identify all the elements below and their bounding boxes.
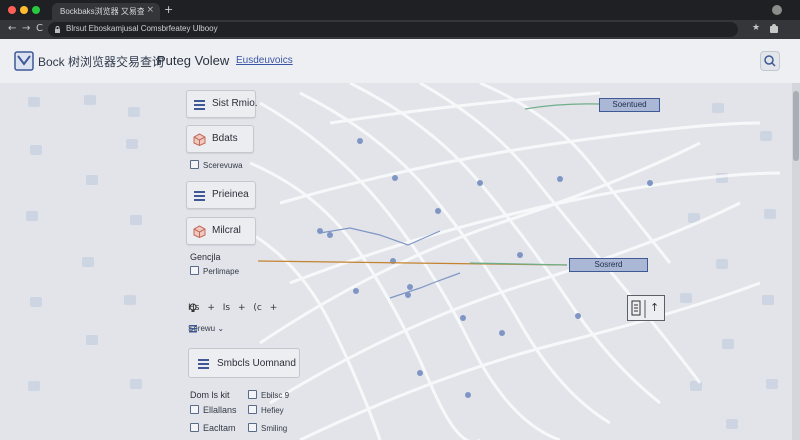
diagram-node[interactable]: Soentued [599, 98, 660, 112]
minimize-window-icon[interactable] [20, 6, 28, 14]
browser-tab[interactable]: Bockbaks浏览器 又易查询 × [52, 3, 160, 20]
checkbox-icon[interactable] [190, 405, 199, 414]
checkbox-row[interactable]: Perlimape [190, 266, 239, 280]
cube-icon [193, 133, 206, 146]
diagram-canvas[interactable]: Sist Rmio. Bdats Scerevuwa Prieinea Milc… [0, 83, 800, 440]
list-icon [194, 191, 205, 201]
checkbox-row[interactable]: Smiling [248, 423, 287, 437]
bookmark-star-icon[interactable]: ★ [752, 23, 760, 33]
palette-item-bdats[interactable]: Bdats [186, 125, 254, 153]
up-arrow-icon: ↑ [650, 301, 660, 314]
bulb-icon[interactable] [188, 303, 198, 313]
checkbox-icon[interactable] [248, 390, 257, 399]
checkbox-label: Perlimape [203, 267, 240, 276]
palette-item-milcral[interactable]: Milcral [186, 217, 256, 245]
checkbox-label: Hefiey [261, 406, 284, 415]
chevron-down-icon: ⌄ [217, 324, 225, 333]
checkbox-row[interactable]: Hefiey [248, 405, 284, 419]
app-title: Bock 树浏览器交易查询 [38, 55, 165, 69]
checkbox-label: Ellallans [203, 405, 237, 415]
address-text: Blrsut Eboskamjusal Comsbrfeatey Ulbooy [66, 24, 218, 33]
section-label: Gencjla [190, 252, 221, 262]
tool-row: Hs + Is + (c + [188, 303, 282, 319]
app-header: Bock 树浏览器交易查询 Puteg Volew Eusdeuvoics [0, 39, 800, 83]
new-tab-button[interactable]: + [164, 3, 173, 16]
list-icon [194, 100, 205, 110]
checkbox-label: Smiling [261, 424, 288, 433]
panel-arrow-icon [631, 300, 646, 318]
profile-avatar[interactable] [772, 5, 782, 15]
cube-icon [193, 225, 206, 238]
palette-item-label: Milcral [212, 225, 241, 236]
checkbox-icon[interactable] [248, 405, 257, 414]
search-icon [764, 55, 776, 67]
network-background [26, 83, 781, 440]
mini-panel[interactable]: ↑ [627, 295, 665, 321]
lock-icon [55, 26, 60, 33]
list-header-left: Dom ls kit [190, 390, 230, 400]
header-link[interactable]: Eusdeuvoics [236, 55, 293, 66]
tab-title: Bockbaks浏览器 又易查询 [60, 7, 144, 16]
tool-plus[interactable]: + [270, 303, 278, 313]
palette-item-symbols-command[interactable]: Smbcls Uomnand [188, 348, 300, 378]
checkbox-row[interactable]: Ebilsc 9 [248, 390, 289, 404]
checkbox-icon[interactable] [190, 266, 199, 275]
reload-icon[interactable]: C [36, 23, 43, 34]
tool-label[interactable]: (c [253, 303, 261, 313]
tool-plus[interactable]: + [207, 303, 215, 313]
search-settings-button[interactable] [760, 51, 780, 71]
checkbox-row[interactable]: Eacltam [190, 423, 236, 437]
back-icon[interactable]: ← [8, 23, 16, 34]
forward-icon[interactable]: → [22, 23, 30, 34]
checkbox-label: Ebilsc 9 [261, 391, 290, 400]
tool-label[interactable]: Is [223, 303, 230, 313]
browser-tab-bar: Bockbaks浏览器 又易查询 × + [0, 0, 800, 20]
palette-item-start[interactable]: Sist Rmio. [186, 90, 258, 118]
list-icon [189, 325, 197, 333]
checkbox-row[interactable]: Ellallans [190, 405, 237, 419]
palette-item-label: Bdats [212, 133, 238, 144]
diagram-node[interactable]: Sosrerd [569, 258, 648, 272]
list-icon [198, 359, 209, 369]
tab-close-icon[interactable]: × [146, 5, 154, 15]
view-title: Puteg Volew [157, 53, 230, 68]
extensions-icon[interactable] [768, 23, 780, 35]
checkbox-label: Scerevuwa [203, 161, 243, 170]
checkbox-icon[interactable] [190, 423, 199, 432]
close-window-icon[interactable] [8, 6, 16, 14]
maximize-window-icon[interactable] [32, 6, 40, 14]
scrollbar-thumb[interactable] [793, 91, 799, 161]
green-link [524, 103, 600, 110]
app-logo-icon [14, 51, 34, 71]
palette-item-label: Prieinea [212, 189, 249, 200]
tool-plus[interactable]: + [238, 303, 246, 313]
address-bar[interactable]: Blrsut Eboskamjusal Comsbrfeatey Ulbooy [48, 22, 738, 37]
checkbox-row[interactable]: Scerevuwa [190, 160, 243, 174]
vertical-scrollbar[interactable] [792, 83, 800, 440]
browser-toolbar: ← → C Blrsut Eboskamjusal Comsbrfeatey U… [0, 20, 800, 39]
palette-item-prieinea[interactable]: Prieinea [186, 181, 256, 209]
checkbox-icon[interactable] [190, 160, 199, 169]
checkbox-label: Eacltam [203, 423, 236, 433]
view-dropdown[interactable]: Serewu ⌄ [188, 324, 224, 338]
palette-item-label: Sist Rmio. [212, 98, 258, 109]
palette-item-label: Smbcls Uomnand [217, 358, 296, 369]
checkbox-icon[interactable] [248, 423, 257, 432]
